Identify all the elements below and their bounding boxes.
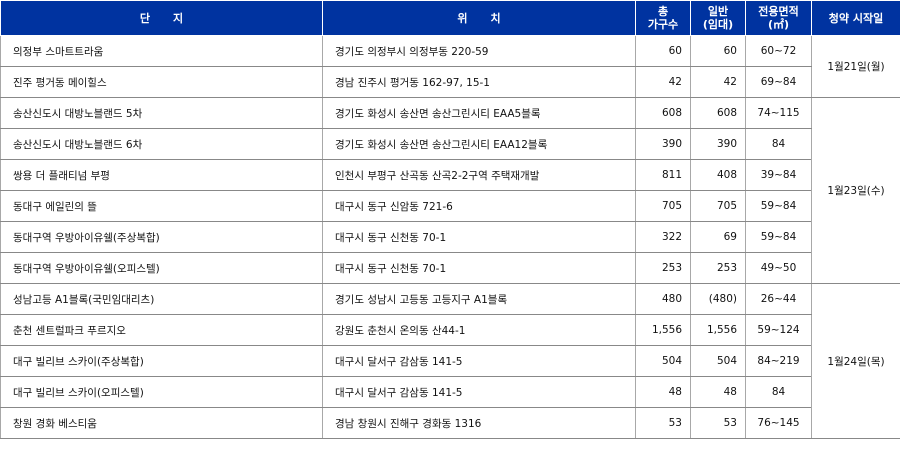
total-households: 811: [635, 159, 691, 191]
table-row: 대구 빌리브 스카이(주상복합) 대구시 달서구 감삼동 141-5 504 5…: [0, 345, 900, 377]
complex-name: 성남고등 A1블록(국민임대리츠): [0, 283, 323, 315]
table-row: 춘천 센트럴파크 푸르지오 강원도 춘천시 온의동 산44-1 1,556 1,…: [0, 314, 900, 346]
location: 경기도 화성시 송산면 송산그린시티 EAA12블록: [322, 128, 636, 160]
general-households: 608: [690, 97, 746, 129]
location: 경남 창원시 진해구 경화동 1316: [322, 407, 636, 439]
header-start-date: 청약 시작일: [811, 0, 900, 36]
start-date: 1월21일(월): [811, 35, 900, 98]
general-households: 42: [690, 66, 746, 98]
general-households: 390: [690, 128, 746, 160]
table-row: 창원 경화 베스티움 경남 창원시 진해구 경화동 1316 53 53 76~…: [0, 407, 900, 439]
total-households: 480: [635, 283, 691, 315]
complex-name: 대구 빌리브 스카이(주상복합): [0, 345, 323, 377]
general-households: 69: [690, 221, 746, 253]
exclusive-area: 84: [745, 376, 812, 408]
total-households: 42: [635, 66, 691, 98]
location: 인천시 부평구 산곡동 산곡2-2구역 주택재개발: [322, 159, 636, 191]
general-households: (480): [690, 283, 746, 315]
general-households: 1,556: [690, 314, 746, 346]
location: 경기도 성남시 고등동 고등지구 A1블록: [322, 283, 636, 315]
total-households: 48: [635, 376, 691, 408]
table-row: 대구 빌리브 스카이(오피스텔) 대구시 달서구 감삼동 141-5 48 48…: [0, 376, 900, 408]
location: 경남 진주시 평거동 162-97, 15-1: [322, 66, 636, 98]
start-date: 1월23일(수): [811, 97, 900, 284]
exclusive-area: 59~84: [745, 221, 812, 253]
total-households: 253: [635, 252, 691, 284]
total-households: 504: [635, 345, 691, 377]
header-area: 전용면적 (㎡): [745, 0, 812, 36]
complex-name: 동대구역 우방아이유쉘(오피스텔): [0, 252, 323, 284]
table-row: 성남고등 A1블록(국민임대리츠) 경기도 성남시 고등동 고등지구 A1블록 …: [0, 283, 900, 439]
general-households: 504: [690, 345, 746, 377]
total-households: 390: [635, 128, 691, 160]
location: 강원도 춘천시 온의동 산44-1: [322, 314, 636, 346]
header-total-households: 총 가구수: [635, 0, 691, 36]
general-households: 705: [690, 190, 746, 222]
exclusive-area: 84: [745, 128, 812, 160]
location: 대구시 동구 신천동 70-1: [322, 252, 636, 284]
exclusive-area: 49~50: [745, 252, 812, 284]
exclusive-area: 59~124: [745, 314, 812, 346]
table-row: 동대구역 우방아이유쉘(주상복합) 대구시 동구 신천동 70-1 322 69…: [0, 221, 900, 253]
general-households: 408: [690, 159, 746, 191]
table-row: 동대구역 우방아이유쉘(오피스텔) 대구시 동구 신천동 70-1 253 25…: [0, 252, 900, 284]
location: 대구시 달서구 감삼동 141-5: [322, 376, 636, 408]
exclusive-area: 39~84: [745, 159, 812, 191]
complex-name: 의정부 스마트트라움: [0, 35, 323, 67]
table-row: 송산신도시 대방노블랜드 5차 경기도 화성시 송산면 송산그린시티 EAA5블…: [0, 97, 900, 284]
total-households: 608: [635, 97, 691, 129]
total-households: 705: [635, 190, 691, 222]
start-date: 1월24일(목): [811, 283, 900, 439]
complex-name: 창원 경화 베스티움: [0, 407, 323, 439]
table-row: 의정부 스마트트라움 경기도 의정부시 의정부동 220-59 60 60 60…: [0, 35, 900, 98]
location: 대구시 동구 신천동 70-1: [322, 221, 636, 253]
complex-name: 동대구역 우방아이유쉘(주상복합): [0, 221, 323, 253]
location: 경기도 의정부시 의정부동 220-59: [322, 35, 636, 67]
complex-name: 춘천 센트럴파크 푸르지오: [0, 314, 323, 346]
table-header-row: 단 지 위 치 총 가구수 일반 (임대) 전용면적 (㎡) 청약 시작일: [0, 0, 900, 36]
location: 대구시 동구 신암동 721-6: [322, 190, 636, 222]
general-households: 253: [690, 252, 746, 284]
exclusive-area: 84~219: [745, 345, 812, 377]
exclusive-area: 59~84: [745, 190, 812, 222]
total-households: 322: [635, 221, 691, 253]
complex-name: 송산신도시 대방노블랜드 6차: [0, 128, 323, 160]
exclusive-area: 74~115: [745, 97, 812, 129]
subscription-table: 단 지 위 치 총 가구수 일반 (임대) 전용면적 (㎡) 청약 시작일 의정…: [0, 0, 900, 439]
header-location: 위 치: [322, 0, 636, 36]
complex-name: 진주 평거동 메이힐스: [0, 66, 323, 98]
header-general: 일반 (임대): [690, 0, 746, 36]
table-row: 동대구 에일린의 뜰 대구시 동구 신암동 721-6 705 705 59~8…: [0, 190, 900, 222]
table-row: 송산신도시 대방노블랜드 6차 경기도 화성시 송산면 송산그린시티 EAA12…: [0, 128, 900, 160]
complex-name: 송산신도시 대방노블랜드 5차: [0, 97, 323, 129]
table-row: 진주 평거동 메이힐스 경남 진주시 평거동 162-97, 15-1 42 4…: [0, 66, 900, 98]
exclusive-area: 69~84: [745, 66, 812, 98]
location: 대구시 달서구 감삼동 141-5: [322, 345, 636, 377]
complex-name: 대구 빌리브 스카이(오피스텔): [0, 376, 323, 408]
header-complex: 단 지: [0, 0, 323, 36]
exclusive-area: 76~145: [745, 407, 812, 439]
complex-name: 동대구 에일린의 뜰: [0, 190, 323, 222]
complex-name: 쌍용 더 플래티넘 부평: [0, 159, 323, 191]
general-households: 53: [690, 407, 746, 439]
exclusive-area: 60~72: [745, 35, 812, 67]
total-households: 60: [635, 35, 691, 67]
exclusive-area: 26~44: [745, 283, 812, 315]
total-households: 53: [635, 407, 691, 439]
total-households: 1,556: [635, 314, 691, 346]
table-row: 쌍용 더 플래티넘 부평 인천시 부평구 산곡동 산곡2-2구역 주택재개발 8…: [0, 159, 900, 191]
general-households: 60: [690, 35, 746, 67]
location: 경기도 화성시 송산면 송산그린시티 EAA5블록: [322, 97, 636, 129]
general-households: 48: [690, 376, 746, 408]
